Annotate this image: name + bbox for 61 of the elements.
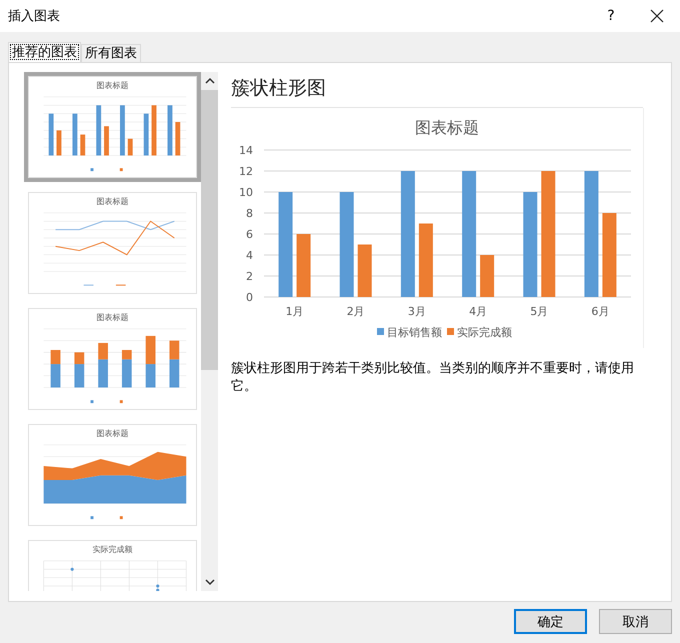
axis-tick-label: 6 bbox=[246, 228, 253, 241]
legend-swatch bbox=[90, 516, 93, 520]
bar bbox=[151, 105, 156, 156]
thumbnail-title: 图表标题 bbox=[96, 196, 128, 207]
category-label: 3月 bbox=[408, 305, 426, 318]
dialog-button[interactable]: 确定 bbox=[514, 609, 587, 634]
bar bbox=[72, 114, 77, 156]
scroll-bar[interactable] bbox=[201, 72, 218, 591]
bar bbox=[145, 364, 155, 388]
axis-tick-label: 10 bbox=[239, 186, 253, 199]
bar bbox=[480, 255, 494, 297]
close-icon bbox=[650, 9, 664, 23]
legend-swatch bbox=[119, 168, 122, 172]
bar bbox=[120, 105, 124, 156]
legend-swatch bbox=[119, 516, 122, 520]
axis-tick-label: 12 bbox=[239, 165, 253, 178]
point bbox=[70, 568, 74, 571]
category-label: 1月 bbox=[286, 305, 304, 318]
bar bbox=[145, 336, 155, 364]
chart-description: 簇状柱形图用于跨若干类别比较值。当类别的顺序并不重要时，请使用它。 bbox=[231, 360, 635, 396]
chart-type-name: 簇状柱形图 bbox=[231, 76, 327, 101]
window-title: 插入图表 bbox=[8, 8, 60, 25]
axis-tick-label: 0 bbox=[246, 291, 253, 304]
bar bbox=[96, 105, 101, 156]
bar bbox=[174, 122, 180, 156]
legend-label: 实际完成额 bbox=[457, 326, 512, 339]
legend-swatch bbox=[90, 400, 93, 404]
dialog-button[interactable]: 取消 bbox=[599, 609, 672, 634]
chart-thumbnail[interactable]: 图表标题 bbox=[24, 72, 201, 182]
bar bbox=[358, 244, 372, 297]
bar bbox=[48, 114, 54, 156]
thumbnail-title: 实际完成额 bbox=[92, 544, 132, 555]
axis-tick-label: 14 bbox=[239, 144, 253, 157]
bar bbox=[143, 114, 148, 156]
tab[interactable]: 推荐的图表 bbox=[8, 42, 81, 62]
tab[interactable]: 所有图表 bbox=[81, 44, 141, 62]
category-label: 5月 bbox=[530, 305, 548, 318]
help-button[interactable]: ? bbox=[588, 0, 634, 32]
category-label: 4月 bbox=[469, 305, 488, 318]
legend-swatch bbox=[447, 328, 454, 335]
legend-label: 目标销售额 bbox=[387, 326, 442, 339]
thumbnail-title: 图表标题 bbox=[96, 428, 128, 439]
axis-tick-label: 2 bbox=[246, 270, 253, 283]
thumbnail-title: 图表标题 bbox=[96, 80, 128, 91]
category-label: 6月 bbox=[591, 305, 610, 318]
chart-title: 图表标题 bbox=[415, 118, 479, 137]
bar bbox=[167, 105, 172, 156]
scroll-up-icon[interactable] bbox=[204, 77, 214, 85]
thumbnail-title: 图表标题 bbox=[96, 312, 128, 323]
bar bbox=[296, 234, 311, 297]
bar bbox=[127, 138, 132, 156]
bar bbox=[56, 130, 61, 156]
bar bbox=[80, 134, 85, 156]
scroll-down-icon[interactable] bbox=[204, 578, 214, 586]
axis-tick-label: 4 bbox=[246, 249, 253, 262]
bar bbox=[104, 126, 108, 156]
category-label: 2月 bbox=[346, 305, 365, 318]
legend-swatch bbox=[119, 400, 122, 404]
legend-swatch bbox=[90, 168, 93, 172]
legend-swatch bbox=[377, 328, 384, 335]
axis-tick-label: 8 bbox=[246, 207, 253, 220]
